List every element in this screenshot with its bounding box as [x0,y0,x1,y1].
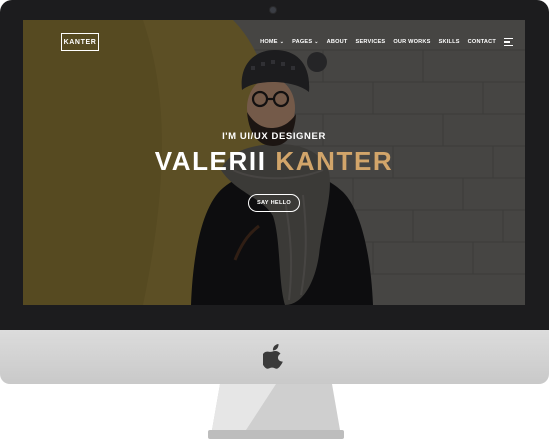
nav-skills-label: SKILLS [438,39,460,45]
nav-pages-label: PAGES [292,39,313,45]
monitor-stand [208,384,344,439]
nav-services-label: SERVICES [355,39,386,45]
nav-home-label: HOME [260,39,278,45]
imac-monitor: KANTER HOME ⌄ PAGES ⌄ ABOUT SERVICES OUR… [0,0,549,330]
hero-last-name: KANTER [275,146,394,176]
nav-home[interactable]: HOME ⌄ [260,39,284,45]
nav-contact-label: CONTACT [467,39,496,45]
hamburger-menu-icon[interactable] [504,38,513,46]
chevron-down-icon: ⌄ [314,38,319,45]
main-menu: HOME ⌄ PAGES ⌄ ABOUT SERVICES OUR WORKS [260,36,513,48]
chevron-down-icon: ⌄ [279,38,285,45]
nav-contact[interactable]: CONTACT [468,39,496,45]
nav-pages[interactable]: PAGES ⌄ [292,39,319,45]
hero-headline: VALERII KANTER [23,146,525,177]
apple-logo-icon [263,344,283,369]
say-hello-button[interactable]: SAY HELLO [248,194,300,212]
nav-about-label: ABOUT [326,39,348,45]
nav-services[interactable]: SERVICES [356,39,386,45]
hero-subtitle: I'M UI/UX DESIGNER [222,131,326,142]
nav-about[interactable]: ABOUT [327,39,348,45]
nav-skills[interactable]: SKILLS [439,39,460,45]
site-logo[interactable]: KANTER [61,33,99,51]
nav-our-works[interactable]: OUR WORKS [393,39,430,45]
nav-our-works-label: OUR WORKS [393,39,431,45]
website-screen: KANTER HOME ⌄ PAGES ⌄ ABOUT SERVICES OUR… [23,20,525,305]
top-navigation: KANTER HOME ⌄ PAGES ⌄ ABOUT SERVICES OUR… [23,20,525,64]
hero-first-name: VALERII [154,146,267,176]
camera-icon [270,7,276,13]
